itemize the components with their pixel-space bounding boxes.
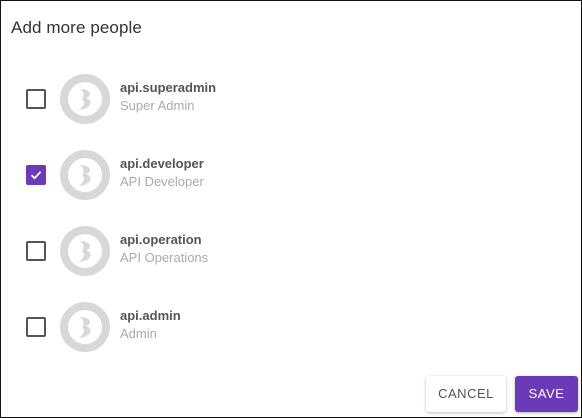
person-role: API Developer bbox=[120, 174, 204, 189]
person-username: api.developer bbox=[120, 156, 204, 171]
avatar bbox=[60, 226, 110, 276]
person-checkbox[interactable] bbox=[26, 165, 46, 185]
person-username: api.admin bbox=[120, 308, 181, 323]
person-checkbox[interactable] bbox=[26, 317, 46, 337]
dialog-title: Add more people bbox=[11, 18, 142, 37]
avatar bbox=[60, 74, 110, 124]
person-checkbox[interactable] bbox=[26, 241, 46, 261]
avatar bbox=[60, 302, 110, 352]
default-avatar-icon bbox=[68, 82, 102, 116]
avatar bbox=[60, 150, 110, 200]
person-row-operation[interactable]: api.operation API Operations bbox=[1, 213, 581, 289]
checkmark-icon bbox=[30, 171, 42, 180]
default-avatar-icon bbox=[68, 310, 102, 344]
person-row-superadmin[interactable]: api.superadmin Super Admin bbox=[1, 61, 581, 137]
person-row-admin[interactable]: api.admin Admin bbox=[1, 289, 581, 365]
person-username: api.operation bbox=[120, 232, 202, 247]
person-checkbox[interactable] bbox=[26, 89, 46, 109]
person-username: api.superadmin bbox=[120, 80, 217, 95]
default-avatar-icon bbox=[68, 234, 102, 268]
person-role: Admin bbox=[120, 326, 157, 341]
default-avatar-icon bbox=[68, 158, 102, 192]
person-row-developer[interactable]: api.developer API Developer bbox=[1, 137, 581, 213]
add-people-dialog: Add more people api.superadmin Super Adm… bbox=[0, 0, 582, 418]
person-role: API Operations bbox=[120, 250, 209, 265]
cancel-button[interactable]: CANCEL bbox=[426, 376, 506, 412]
person-role: Super Admin bbox=[120, 98, 195, 113]
save-button[interactable]: SAVE bbox=[515, 376, 578, 412]
